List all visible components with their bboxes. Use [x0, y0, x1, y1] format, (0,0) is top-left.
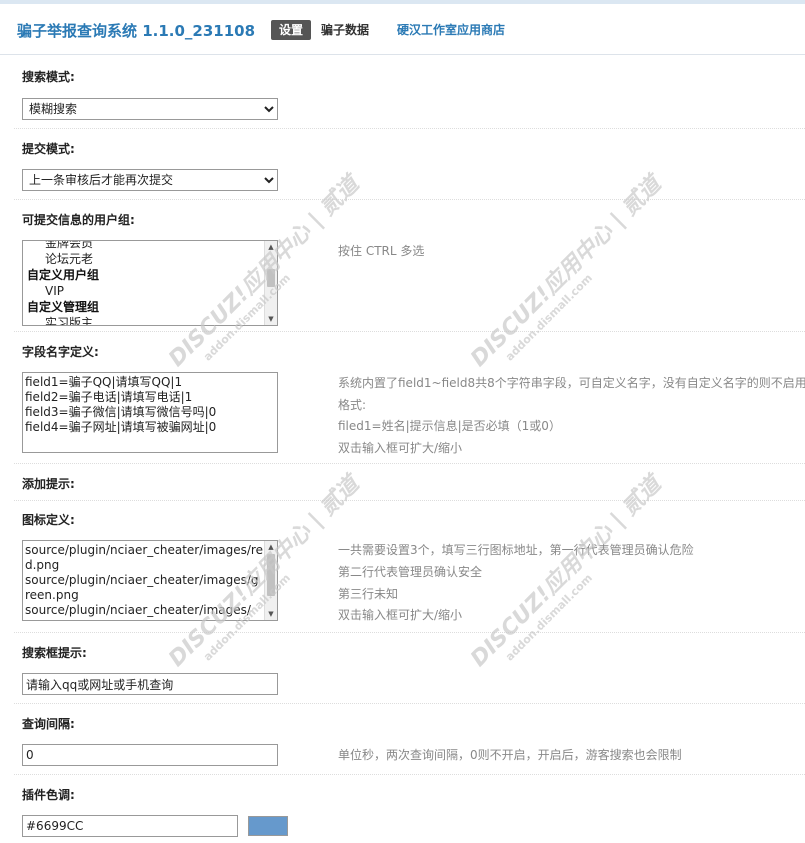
icon-def-tip-3: 第三行未知 — [338, 587, 399, 601]
search-tip-input[interactable] — [22, 673, 278, 695]
search-tip-label: 搜索框提示: — [22, 646, 87, 660]
row-divider — [14, 463, 805, 464]
user-group-option[interactable]: 金牌会员 — [23, 241, 265, 251]
icon-def-tip-1: 一共需要设置3个，填写三行图标地址，第一行代表管理员确认危险 — [338, 543, 694, 557]
app-title: 骗子举报查询系统 1.1.0_231108 — [17, 22, 256, 40]
page-header: 骗子举报查询系统 1.1.0_231108 设置 骗子数据 硬汉工作室应用商店 — [0, 4, 805, 55]
row-divider — [14, 199, 805, 200]
scroll-thumb[interactable] — [267, 269, 275, 287]
search-mode-label: 搜索模式: — [22, 70, 75, 84]
query-interval-input[interactable] — [22, 744, 278, 766]
user-groups-list: 金牌会员 论坛元老 自定义用户组 VIP 自定义管理组 实习版主 — [23, 241, 265, 325]
field-names-tip-3: filed1=姓名|提示信息|是否必填（1或0） — [338, 419, 561, 433]
user-group-option[interactable]: 实习版主 — [23, 315, 265, 325]
icon-def-tip-4: 双击输入框可扩大/缩小 — [338, 608, 463, 622]
row-divider — [14, 500, 805, 501]
icon-def-text: source/plugin/nciaer_cheater/images/red.… — [25, 543, 263, 617]
submit-mode-label: 提交模式: — [22, 142, 75, 156]
nav-link-cheater-data[interactable]: 骗子数据 — [321, 20, 369, 40]
scroll-up-arrow-icon[interactable]: ▲ — [265, 541, 277, 553]
icon-def-tip-2: 第二行代表管理员确认安全 — [338, 565, 483, 579]
user-groups-scrollbar[interactable]: ▲ ▼ — [264, 241, 277, 325]
row-divider — [14, 331, 805, 332]
search-mode-select[interactable]: 模糊搜索 — [22, 98, 278, 120]
add-tip-label: 添加提示: — [22, 477, 75, 491]
user-group-option[interactable]: 论坛元老 — [23, 251, 265, 267]
query-interval-tip: 单位秒，两次查询间隔，0则不开启，开启后，游客搜索也会限制 — [338, 748, 682, 762]
field-names-tip-1: 系统内置了field1~field8共8个字符串字段，可自定义名字，没有自定义名… — [338, 376, 805, 390]
scroll-up-arrow-icon[interactable]: ▲ — [265, 241, 277, 253]
icon-def-label: 图标定义: — [22, 513, 75, 527]
plugin-color-input[interactable] — [22, 815, 238, 837]
scroll-thumb[interactable] — [267, 554, 275, 596]
user-groups-multiselect[interactable]: 金牌会员 论坛元老 自定义用户组 VIP 自定义管理组 实习版主 ▲ ▼ — [22, 240, 278, 326]
icon-def-textarea[interactable]: source/plugin/nciaer_cheater/images/red.… — [22, 540, 278, 621]
user-groups-label: 可提交信息的用户组: — [22, 213, 135, 227]
nav-tab-settings[interactable]: 设置 — [271, 20, 312, 40]
row-divider — [14, 632, 805, 633]
field-names-label: 字段名字定义: — [22, 345, 99, 359]
row-divider — [14, 128, 805, 129]
scroll-down-arrow-icon[interactable]: ▼ — [265, 313, 277, 325]
field-names-tip-4: 双击输入框可扩大/缩小 — [338, 441, 463, 455]
user-groups-tip: 按住 CTRL 多选 — [338, 244, 425, 258]
nav-link-app-store[interactable]: 硬汉工作室应用商店 — [397, 20, 505, 40]
query-interval-label: 查询间隔: — [22, 717, 75, 731]
icon-def-scrollbar[interactable]: ▲ ▼ — [264, 541, 277, 620]
field-names-tip-2: 格式: — [338, 398, 367, 412]
plugin-color-label: 插件色调: — [22, 788, 75, 802]
field-names-textarea[interactable]: field1=骗子QQ|请填写QQ|1 field2=骗子电话|请填写电话|1 … — [22, 372, 278, 453]
row-divider — [14, 774, 805, 775]
user-group-option[interactable]: VIP — [23, 283, 265, 299]
row-divider — [14, 703, 805, 704]
scroll-down-arrow-icon[interactable]: ▼ — [265, 608, 277, 620]
user-group-header[interactable]: 自定义用户组 — [23, 267, 265, 283]
user-group-header[interactable]: 自定义管理组 — [23, 299, 265, 315]
submit-mode-select[interactable]: 上一条审核后才能再次提交 — [22, 169, 278, 191]
color-swatch-button[interactable] — [248, 816, 288, 836]
